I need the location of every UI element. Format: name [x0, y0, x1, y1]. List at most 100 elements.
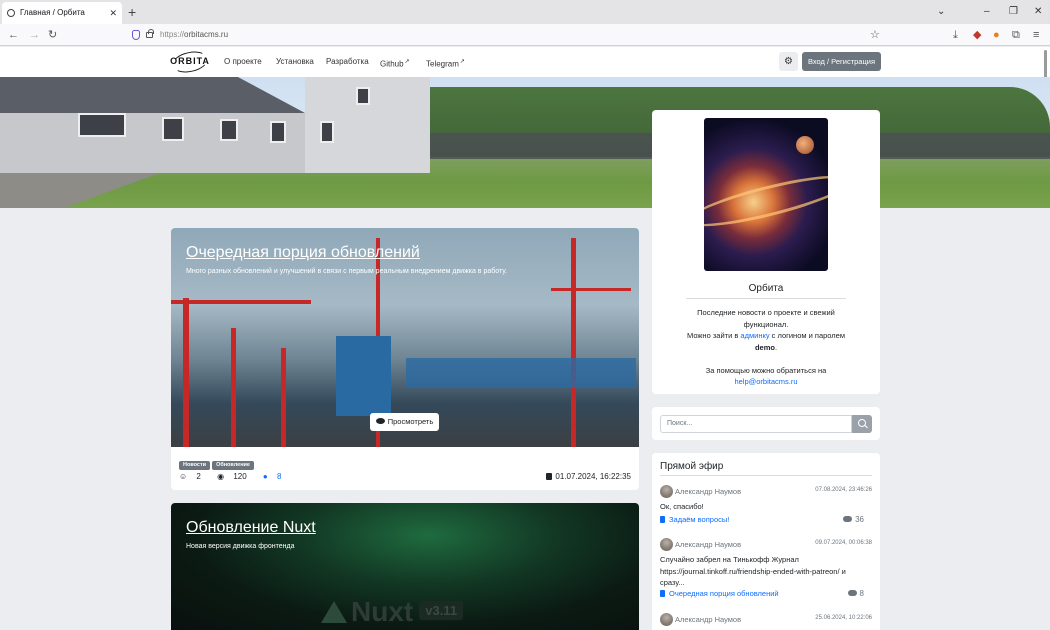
- profile-line2-post: с логином и паролем: [769, 331, 845, 340]
- comment-count-value: 8: [859, 589, 864, 598]
- nav-link-about[interactable]: О проекте: [224, 47, 262, 77]
- document-icon: [660, 590, 665, 597]
- post-title[interactable]: Обновление Nuxt: [186, 519, 316, 537]
- comment-post-title: Очередная порция обновлений: [669, 589, 779, 598]
- comments-icon: [847, 590, 857, 596]
- divider: [686, 298, 846, 299]
- live-feed-title: Прямой эфир: [660, 461, 724, 472]
- profile-line2-pre: Можно зайти в: [687, 331, 741, 340]
- maximize-button[interactable]: ❐: [1009, 0, 1018, 24]
- login-register-button[interactable]: Вход / Регистрация: [802, 52, 881, 71]
- avatar[interactable]: [660, 613, 673, 626]
- comments-count[interactable]: ● 8: [263, 472, 289, 481]
- close-window-button[interactable]: ✕: [1034, 0, 1042, 24]
- nav-link-telegram[interactable]: Telegram↗: [426, 47, 465, 77]
- comment-author[interactable]: Александр Наумов: [675, 540, 741, 549]
- back-button[interactable]: ←: [8, 24, 19, 46]
- extensions-puzzle-icon[interactable]: ⧉: [1012, 24, 1020, 46]
- support-email-link[interactable]: help@orbitacms.ru: [676, 376, 856, 388]
- profile-card: Орбита Последние новости о проекте и све…: [652, 110, 880, 394]
- nav-link-github[interactable]: Github↗: [380, 47, 410, 77]
- downloads-icon[interactable]: ⤓: [953, 24, 958, 46]
- comment-text: Ок, спасибо!: [660, 502, 704, 511]
- nav-link-development[interactable]: Разработка: [326, 47, 369, 77]
- tracking-protection-icon[interactable]: [132, 30, 140, 40]
- comment-author[interactable]: Александр Наумов: [675, 487, 741, 496]
- avatar[interactable]: [660, 538, 673, 551]
- nav-link-telegram-label: Telegram: [426, 59, 459, 69]
- url-prefix: https://: [160, 30, 185, 39]
- nuxt-version-badge: v3.11: [419, 601, 464, 620]
- reactions-count[interactable]: ☺ 2: [179, 472, 208, 481]
- address-bar[interactable]: https://orbitacms.ru: [126, 26, 886, 44]
- eye-icon: [375, 418, 385, 424]
- view-post-label: Просмотреть: [387, 417, 434, 426]
- comment-post-link[interactable]: Задаём вопросы!: [660, 515, 729, 524]
- comment-post-link[interactable]: Очередная порция обновлений: [660, 589, 779, 598]
- lock-icon[interactable]: [146, 29, 154, 38]
- forward-button[interactable]: →: [29, 24, 40, 46]
- comment-count: 8: [847, 589, 864, 598]
- url-domain: orbitacms.ru: [184, 30, 229, 39]
- site-logo[interactable]: ORBITA: [170, 48, 210, 76]
- tag-badge[interactable]: Обновление: [212, 461, 254, 470]
- post-cover-image[interactable]: Очередная порция обновлений Много разных…: [171, 228, 639, 447]
- post-tags: Новости Обновление: [179, 455, 256, 470]
- search-input[interactable]: Поиск...: [660, 415, 852, 433]
- comment-count-value: 36: [855, 515, 864, 524]
- new-tab-button[interactable]: +: [128, 3, 136, 21]
- post-title[interactable]: Очередная порция обновлений: [186, 244, 420, 262]
- search-button[interactable]: [852, 415, 872, 433]
- divider: [660, 475, 872, 476]
- logo-text: ORBITA: [170, 56, 210, 66]
- smile-icon: ☺: [179, 472, 188, 481]
- post-card[interactable]: Очередная порция обновлений Много разных…: [171, 228, 639, 490]
- views-value: 120: [233, 472, 247, 481]
- external-link-icon: ↗: [459, 59, 465, 65]
- profile-line: Можно зайти в админку с логином и пароле…: [676, 330, 856, 353]
- nuxt-logo-icon: [321, 601, 347, 623]
- comment-author[interactable]: Александр Наумов: [675, 615, 741, 624]
- extension-icon[interactable]: ◆: [973, 24, 981, 46]
- bookmark-star-icon[interactable]: ☆: [870, 24, 880, 46]
- menu-hamburger-icon[interactable]: ≡: [1033, 24, 1039, 46]
- demo-login: demo: [754, 342, 775, 352]
- post-cover-image[interactable]: Обновление Nuxt Новая версия движка фрон…: [171, 503, 639, 630]
- site-header: ORBITA О проекте Установка Разработка Gi…: [0, 47, 1050, 77]
- comment-time: 07.08.2024, 23:46:26: [815, 487, 872, 493]
- nuxt-logo: Nuxt v3.11: [321, 596, 464, 628]
- tab-title: Главная / Орбита: [20, 8, 85, 17]
- profile-description: Последние новости о проекте и свежий фун…: [676, 307, 856, 388]
- nav-link-install[interactable]: Установка: [276, 47, 314, 77]
- live-comment: Александр Наумов 09.07.2024, 00:06:38 Сл…: [660, 538, 872, 604]
- comments-value: 8: [276, 472, 282, 481]
- admin-link[interactable]: админку: [740, 331, 769, 340]
- views-count: ◉ 120: [217, 472, 254, 481]
- nav-link-github-label: Github: [380, 59, 404, 69]
- profile-name: Орбита: [748, 283, 784, 294]
- settings-gear-button[interactable]: ⚙: [779, 52, 798, 71]
- minimize-button[interactable]: –: [984, 0, 990, 24]
- hero-banner-image: [0, 77, 1050, 208]
- tab-list-icon[interactable]: ⌄: [937, 0, 945, 24]
- browser-tab-bar: Главная / Орбита ✕ + ⌄ – ❐ ✕: [0, 0, 1050, 24]
- view-post-button[interactable]: Просмотреть: [370, 413, 439, 431]
- browser-navigation-bar: ← → ↻ https://orbitacms.ru ☆ ⤓ ◆ ● ⧉ ≡: [0, 24, 1050, 46]
- nuxt-logo-text: Nuxt: [351, 596, 414, 627]
- tag-badge[interactable]: Новости: [179, 461, 211, 470]
- reload-button[interactable]: ↻: [48, 24, 57, 46]
- comments-icon: [843, 516, 853, 522]
- browser-tab[interactable]: Главная / Орбита ✕: [2, 2, 122, 24]
- document-icon: [660, 516, 665, 523]
- comment-post-title: Задаём вопросы!: [669, 515, 730, 524]
- profile-line: За помощью можно обратиться на: [705, 365, 827, 375]
- post-date: 01.07.2024, 16:22:35: [546, 472, 631, 481]
- post-card[interactable]: Обновление Nuxt Новая версия движка фрон…: [171, 503, 639, 630]
- comment-time: 25.06.2024, 10:22:06: [815, 615, 872, 621]
- avatar[interactable]: [660, 485, 673, 498]
- profile-line: Последние новости о проекте и свежий фун…: [697, 308, 835, 329]
- live-comment: Александр Наумов 07.08.2024, 23:46:26 Ок…: [660, 485, 872, 527]
- close-tab-icon[interactable]: ✕: [109, 2, 117, 24]
- extension-icon[interactable]: ●: [993, 24, 1000, 46]
